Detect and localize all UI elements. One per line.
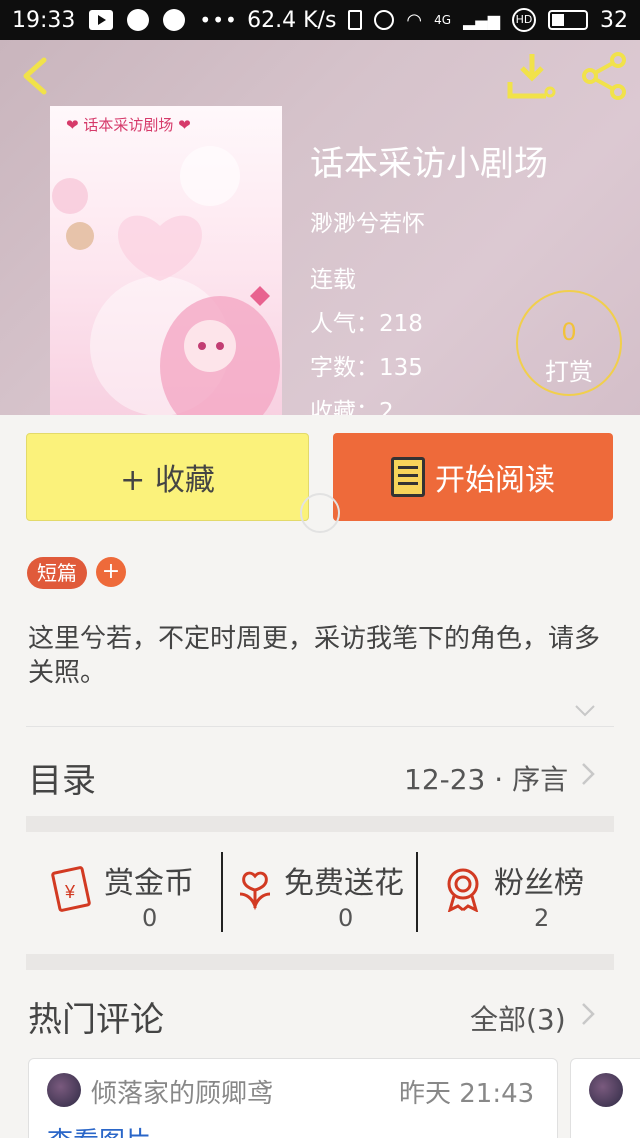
video-icon (89, 10, 114, 30)
comment-time: 昨天 21:43 (399, 1079, 535, 1109)
toc-title[interactable]: 目录 (28, 753, 96, 802)
svg-text:¥: ¥ (64, 882, 76, 902)
hot-comments-title: 热门评论 (28, 1000, 164, 1040)
stat-label: 免费送花 (284, 866, 404, 901)
stat-label: 赏金币 (104, 866, 194, 901)
signal-icon: ▂▄▆ (463, 10, 500, 30)
book-header: ❤ 话本采访剧场 ❤ 话本采访小剧场 渺渺兮若怀 连载 人气：218 字数：13… (0, 40, 640, 415)
wifi-icon: ◠ (406, 9, 423, 31)
stat-free-flowers[interactable]: 免费送花 0 (230, 852, 416, 932)
add-favorite-label: + 收藏 (120, 463, 215, 498)
chevron-down-icon[interactable] (574, 700, 596, 722)
cover-illustration (52, 146, 280, 415)
stat-value: 0 (142, 904, 158, 932)
back-icon[interactable] (14, 54, 58, 98)
divider (221, 852, 223, 932)
book-author[interactable]: 渺渺兮若怀 (310, 204, 425, 238)
book-title: 话本采访小剧场 (310, 144, 548, 184)
book-popularity: 人气：218 (310, 311, 423, 337)
battery-level: 32 (600, 7, 628, 33)
red-envelope-icon: ¥ (51, 866, 91, 912)
chat-bubble-icon (163, 9, 186, 31)
book-cover[interactable]: ❤ 话本采访剧场 ❤ (50, 106, 282, 415)
divider (26, 726, 614, 727)
stat-label: 粉丝榜 (494, 866, 584, 901)
chevron-right-icon[interactable] (580, 1002, 596, 1026)
tip-button[interactable]: 0 打赏 (516, 290, 622, 396)
add-favorite-button[interactable]: + 收藏 (26, 433, 309, 521)
book-description: 这里兮若，不定时周更，采访我笔下的角色，请多关照。 (28, 624, 601, 688)
comment-user[interactable]: 倾落家的顾卿鸢 (91, 1073, 273, 1110)
section-divider (26, 954, 614, 970)
flower-icon (239, 871, 271, 911)
chevron-right-icon[interactable] (580, 762, 596, 786)
book-status: 连载 (310, 267, 356, 293)
tip-count: 0 (561, 318, 577, 346)
more-notifications: ••• (199, 8, 238, 32)
comment-card[interactable]: 倾落家的顾卿鸢 昨天 21:43 查看图片 (28, 1058, 558, 1138)
tag-short-story[interactable]: 短篇 (27, 557, 87, 589)
vibrate-icon (348, 10, 363, 30)
stat-gold-coins[interactable]: ¥ 赏金币 0 (46, 852, 222, 932)
loading-spinner (300, 493, 340, 533)
start-reading-label: 开始阅读 (435, 463, 555, 498)
stat-fan-ranking[interactable]: 粉丝榜 2 (440, 852, 610, 932)
stat-value: 0 (338, 904, 354, 932)
toc-latest-chapter[interactable]: 12-23 · 序言 (404, 758, 568, 798)
stat-value: 2 (534, 904, 550, 932)
avatar[interactable] (589, 1073, 623, 1107)
start-reading-button[interactable]: 开始阅读 (333, 433, 613, 521)
book-favorites: 收藏：2 (310, 399, 394, 415)
share-icon[interactable] (578, 52, 630, 100)
hd-icon: HD (512, 8, 536, 32)
divider (416, 852, 418, 932)
add-tag-button[interactable]: + (96, 557, 126, 587)
avatar[interactable] (47, 1073, 81, 1107)
comment-card[interactable] (570, 1058, 640, 1138)
network-label: 4G (434, 13, 452, 27)
status-bar: 19:33 ••• 62.4 K/s ◠ 4G ▂▄▆ HD 32 (0, 0, 640, 40)
alarm-icon (374, 10, 395, 30)
status-time: 19:33 (12, 7, 76, 33)
net-speed: 62.4 K/s (247, 7, 337, 33)
book-word-count: 字数：135 (310, 355, 423, 381)
battery-icon (548, 10, 588, 30)
message-bubble-icon (127, 9, 150, 31)
tip-label: 打赏 (545, 358, 593, 386)
book-icon (391, 457, 425, 497)
all-comments-link[interactable]: 全部(3) (470, 998, 566, 1038)
download-icon[interactable] (506, 52, 558, 100)
view-image-link[interactable]: 查看图片 (47, 1121, 151, 1138)
award-ribbon-icon (447, 868, 479, 912)
section-divider (26, 816, 614, 832)
